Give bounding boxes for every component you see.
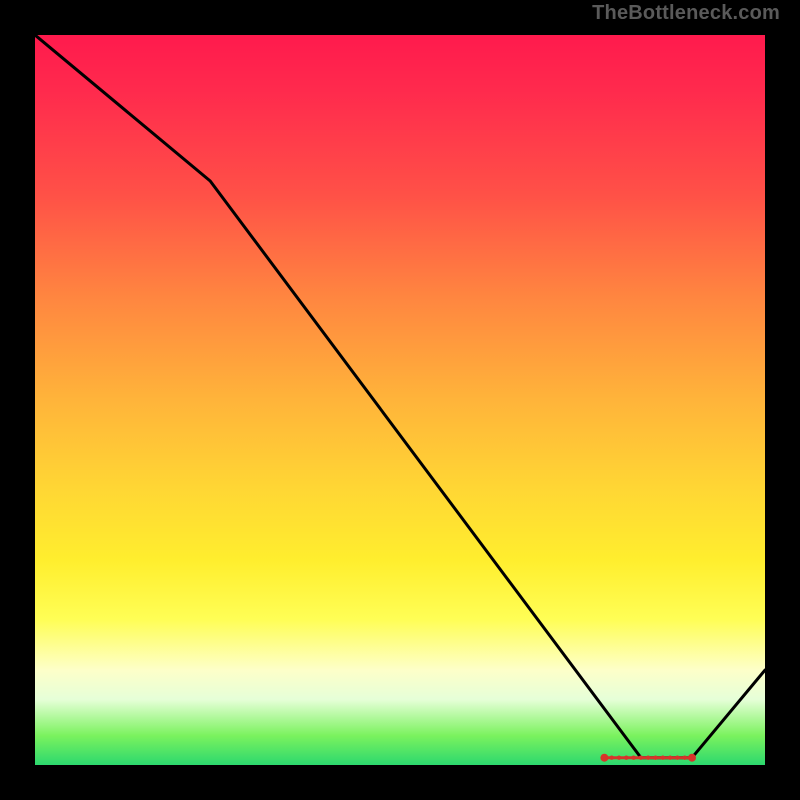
marker-dot <box>668 756 672 760</box>
marker-dot <box>653 756 657 760</box>
marker-dot <box>683 756 687 760</box>
watermark-text: TheBottleneck.com <box>592 2 780 25</box>
marker-dot <box>610 756 614 760</box>
marker-dot <box>617 756 621 760</box>
marker-dot <box>639 756 643 760</box>
marker-dot <box>675 756 679 760</box>
marker-dot <box>646 756 650 760</box>
data-line <box>35 35 765 758</box>
chart-container: TheBottleneck.com <box>0 0 800 800</box>
marker-dot <box>688 754 696 762</box>
marker-band <box>600 754 696 762</box>
marker-dot <box>624 756 628 760</box>
marker-dot <box>600 754 608 762</box>
line-overlay <box>35 35 765 765</box>
marker-dot <box>631 756 635 760</box>
plot-area <box>35 35 765 765</box>
marker-dot <box>661 756 665 760</box>
